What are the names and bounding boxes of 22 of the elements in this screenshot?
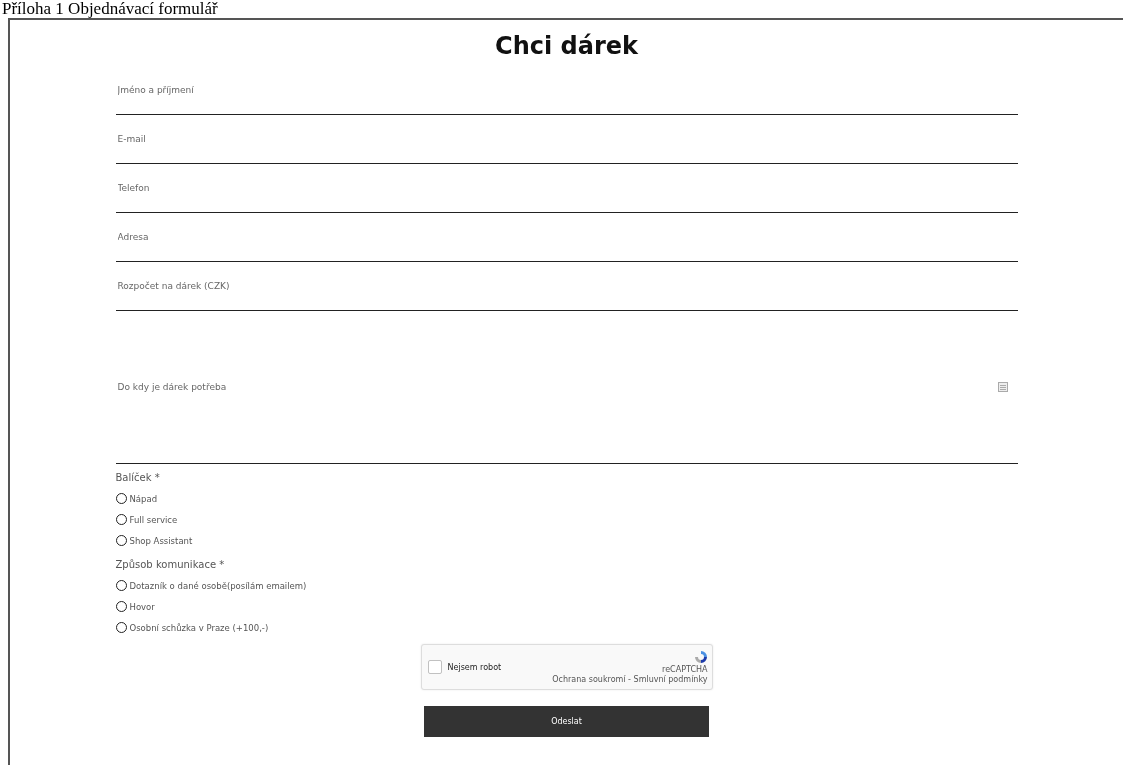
radio-button[interactable]: [115, 514, 127, 525]
recaptcha-icon: [693, 650, 708, 664]
radio-button[interactable]: [115, 535, 127, 546]
option-label[interactable]: Dotazník o dané osobě(posílám emailem): [129, 580, 307, 591]
radio-button[interactable]: [115, 622, 127, 633]
option-label[interactable]: Shop Assistant: [129, 535, 193, 546]
submit-button[interactable]: Odeslat: [424, 706, 709, 737]
option-label[interactable]: Nápad: [129, 493, 158, 504]
captcha-brand: reCAPTCHA: [662, 665, 708, 674]
radio-button[interactable]: [115, 493, 127, 504]
radio-button[interactable]: [115, 580, 127, 591]
form-title: Chci dárek: [495, 32, 638, 60]
option-label[interactable]: Osobní schůzka v Praze (+100,-): [129, 622, 269, 633]
figure-caption: Příloha 1 Objednávací formulář: [1, 0, 219, 18]
option-label[interactable]: Full service: [129, 514, 178, 525]
captcha-checkbox[interactable]: [427, 660, 442, 674]
group-label: Balíček *: [115, 472, 161, 483]
captcha-label: Nejsem robot: [447, 662, 503, 672]
captcha-links[interactable]: Ochrana soukromí - Smluvní podmínky: [552, 675, 708, 684]
radio-button[interactable]: [115, 601, 127, 612]
group-label: Způsob komunikace *: [115, 559, 226, 570]
option-label[interactable]: Hovor: [129, 601, 155, 612]
